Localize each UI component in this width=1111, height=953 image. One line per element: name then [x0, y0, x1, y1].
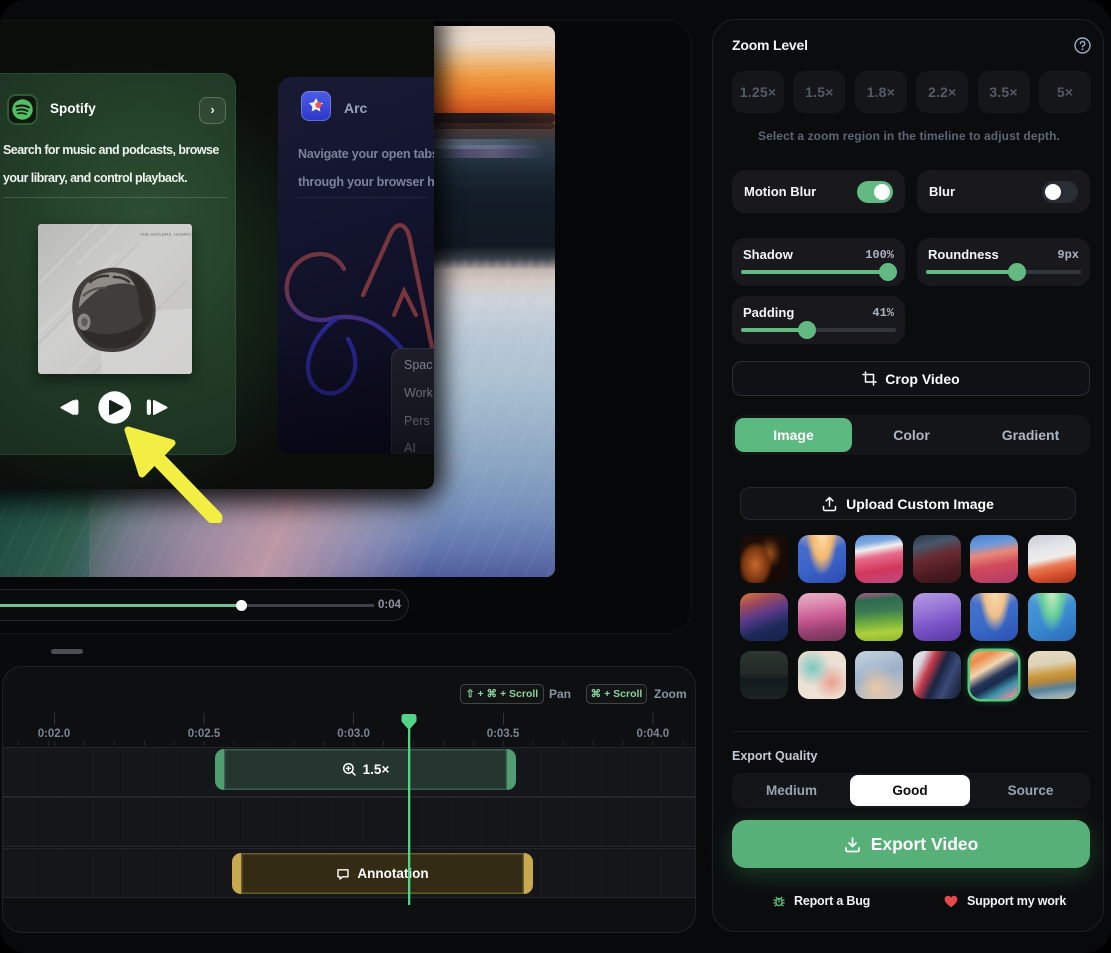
svg-text:THE ANTLERS HOSPICE: THE ANTLERS HOSPICE: [140, 232, 192, 237]
